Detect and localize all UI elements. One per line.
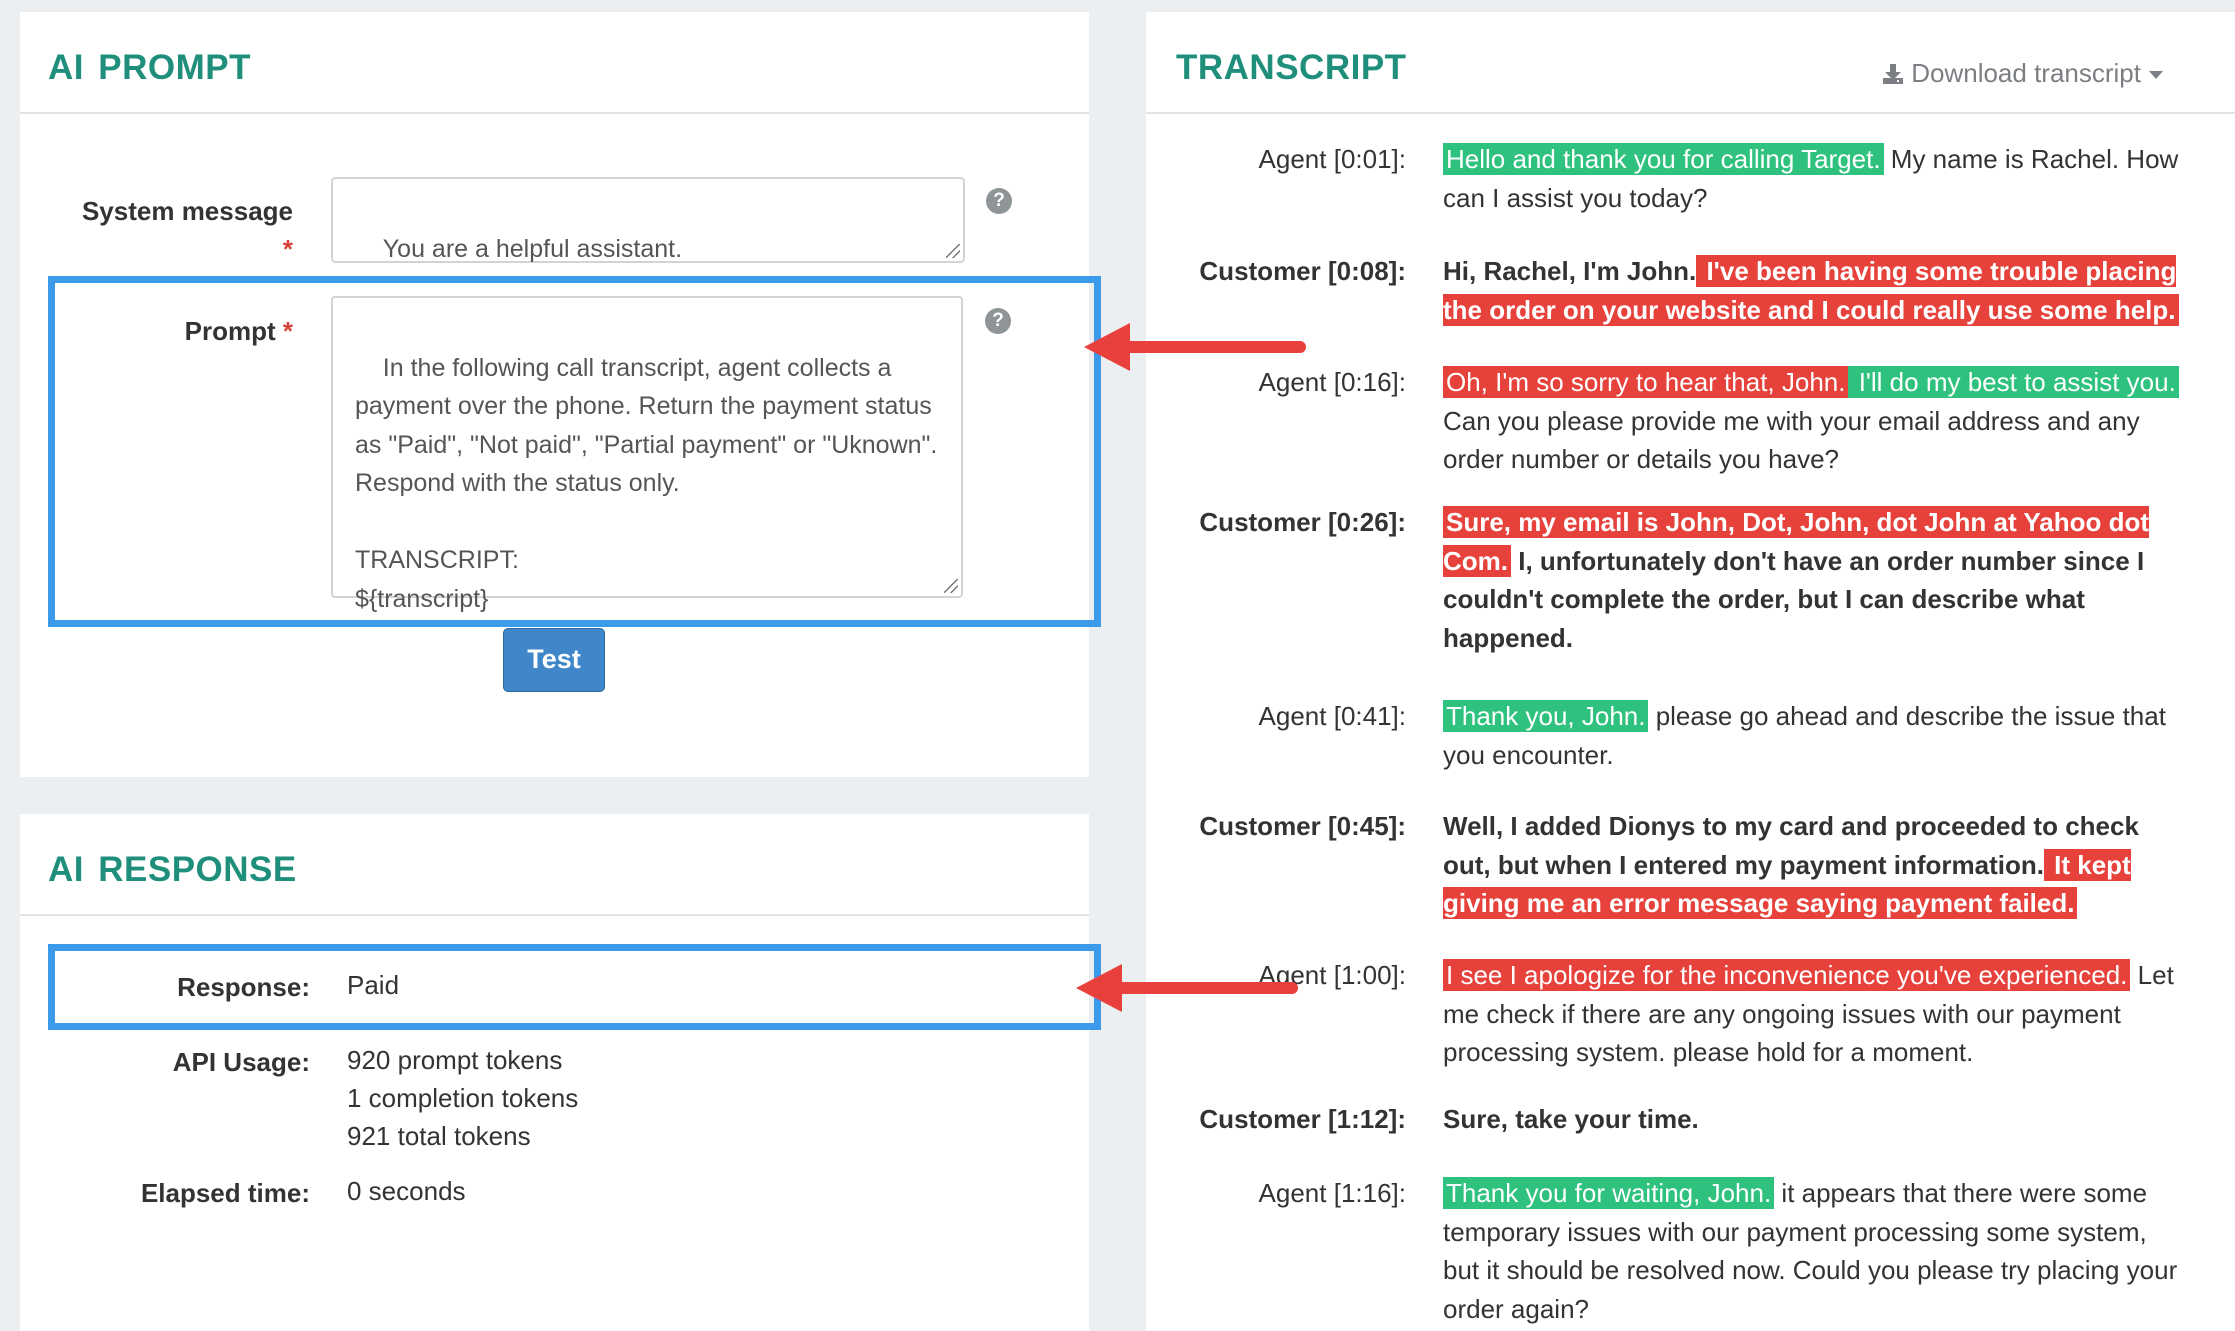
transcript-utterance: Hi, Rachel, I'm John. I've been having s… xyxy=(1443,252,2188,329)
panel-divider xyxy=(20,112,1089,114)
positive-sentiment-highlight: Hello and thank you for calling Target. xyxy=(1443,143,1884,175)
system-message-textarea[interactable]: You are a helpful assistant. xyxy=(331,177,965,263)
transcript-panel: TRANSCRIPT Download transcript Agent [0:… xyxy=(1146,12,2235,1331)
panel-divider xyxy=(20,914,1089,916)
usage-line: 1 completion tokens xyxy=(347,1083,579,1113)
download-transcript-dropdown[interactable]: Download transcript xyxy=(1882,58,2163,89)
response-highlight-box xyxy=(48,944,1101,1030)
required-mark: * xyxy=(282,234,293,264)
api-usage-label: API Usage: xyxy=(172,1047,310,1077)
utterance-text: Sure, take your time. xyxy=(1443,1104,1699,1134)
prompt-panel-title: AI PROMPT xyxy=(48,48,251,87)
arrow-left-icon xyxy=(1076,964,1298,1012)
download-icon xyxy=(1882,64,1903,84)
transcript-utterance: Sure, my email is John, Dot, John, dot J… xyxy=(1443,503,2188,657)
usage-line: 920 prompt tokens xyxy=(347,1045,563,1075)
transcript-utterance: Thank you for waiting, John. it appears … xyxy=(1443,1174,2188,1328)
speaker-label: Agent [1:16]: xyxy=(1258,1178,1406,1208)
system-message-value: You are a helpful assistant. xyxy=(382,234,683,263)
utterance-text: I, unfortunately don't have an order num… xyxy=(1443,545,2145,653)
utterance-text: Well, I added Dionys to my card and proc… xyxy=(1443,811,2139,880)
negative-sentiment-highlight: I see I apologize for the inconvenience … xyxy=(1443,959,2131,991)
usage-line: 921 total tokens xyxy=(347,1121,531,1151)
ai-response-panel: AI RESPONSE Response: Paid API Usage: 92… xyxy=(20,814,1101,1331)
panel-divider xyxy=(1146,112,2235,114)
system-message-label: System message * xyxy=(80,192,293,268)
download-transcript-label: Download transcript xyxy=(1911,58,2141,88)
speaker-label: Agent [0:41]: xyxy=(1258,701,1406,731)
negative-sentiment-highlight: Oh, I'm so sorry to hear that, John. xyxy=(1443,366,1849,398)
test-button[interactable]: Test xyxy=(503,628,605,692)
prompt-highlight-box xyxy=(48,276,1101,627)
positive-sentiment-highlight: Thank you for waiting, John. xyxy=(1443,1177,1775,1209)
transcript-utterance: Hello and thank you for calling Target. … xyxy=(1443,140,2188,217)
transcript-utterance: Oh, I'm so sorry to hear that, John. I'l… xyxy=(1443,363,2188,479)
arrow-left-icon xyxy=(1084,323,1306,371)
transcript-utterance: Thank you, John. please go ahead and des… xyxy=(1443,697,2188,774)
ai-prompt-panel: AI PROMPT System message * You are a hel… xyxy=(20,12,1101,777)
elapsed-time-value: 0 seconds xyxy=(347,1176,466,1206)
speaker-label: Customer [0:08]: xyxy=(1199,256,1406,286)
resize-handle[interactable] xyxy=(946,244,960,258)
system-message-label-text: System message xyxy=(81,196,293,226)
transcript-utterance: I see I apologize for the inconvenience … xyxy=(1443,956,2188,1072)
transcript-utterance: Sure, take your time. xyxy=(1443,1100,2188,1139)
transcript-panel-title: TRANSCRIPT xyxy=(1176,48,1407,87)
caret-down-icon xyxy=(2149,71,2163,80)
response-panel-title: AI RESPONSE xyxy=(48,850,297,889)
help-icon[interactable]: ? xyxy=(986,188,1012,214)
api-usage-values: 920 prompt tokens 1 completion tokens 92… xyxy=(347,1041,578,1155)
elapsed-time-label: Elapsed time: xyxy=(140,1178,310,1208)
utterance-text: Hi, Rachel, I'm John. xyxy=(1443,256,1697,286)
utterance-text: Can you please provide me with your emai… xyxy=(1443,405,2140,475)
speaker-label: Customer [1:12]: xyxy=(1199,1104,1406,1134)
speaker-label: Customer [0:26]: xyxy=(1199,507,1406,537)
speaker-label: Agent [0:01]: xyxy=(1258,144,1406,174)
transcript-utterance: Well, I added Dionys to my card and proc… xyxy=(1443,807,2188,923)
positive-sentiment-highlight: I'll do my best to assist you. xyxy=(1848,366,2179,398)
speaker-label: Customer [0:45]: xyxy=(1199,811,1406,841)
positive-sentiment-highlight: Thank you, John. xyxy=(1443,700,1649,732)
